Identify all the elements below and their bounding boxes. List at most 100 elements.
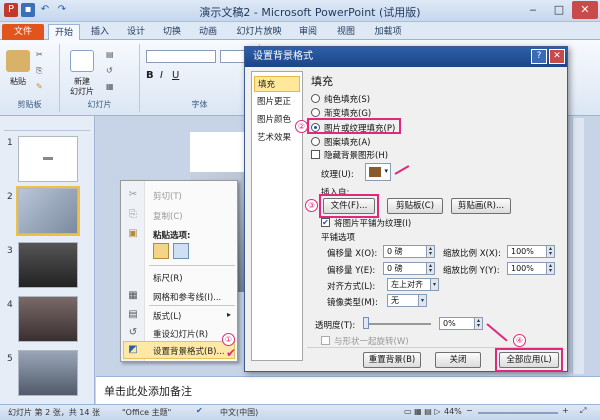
category-fill[interactable]: 填充 <box>254 76 300 92</box>
format-painter-icon[interactable]: ✎ <box>36 82 43 91</box>
slide-thumbnails-panel: 1 2 3 4 5 <box>0 116 95 404</box>
tab-home[interactable]: 开始 <box>48 24 80 40</box>
paste-icon[interactable] <box>6 50 30 72</box>
section-icon[interactable]: ▦ <box>106 82 114 91</box>
menu-item-ruler[interactable]: 标尺(R) <box>153 272 183 284</box>
close-button[interactable]: 关闭 <box>435 352 481 368</box>
menu-item-copy[interactable]: 复制(C) <box>153 210 183 222</box>
radio-gradient-fill[interactable] <box>311 108 320 117</box>
help-icon[interactable]: ? <box>531 49 547 64</box>
spellcheck-icon[interactable]: ✔ <box>196 406 203 415</box>
cut-icon[interactable]: ✂ <box>36 50 43 59</box>
italic-icon[interactable]: I <box>160 70 163 81</box>
underline-icon[interactable]: U <box>172 70 179 81</box>
maximize-icon[interactable]: □ <box>546 1 572 19</box>
slides-group: 新建 幻灯片 ▤ ↺ ▦ 幻灯片 <box>60 44 140 112</box>
reset-icon[interactable]: ↺ <box>106 66 113 75</box>
font-group-label: 字体 <box>191 100 208 109</box>
offset-y-field[interactable]: 0 磅 ▴ ▾ <box>383 262 435 275</box>
panel-tabs <box>4 119 90 131</box>
powerpoint-logo-icon[interactable]: P <box>4 3 18 17</box>
format-background-icon: ◩ <box>128 344 138 355</box>
status-bar: 幻灯片 第 2 张，共 14 张 "Office 主题" ✔ 中文(中国) ▭ … <box>0 404 600 420</box>
scale-x-field[interactable]: 100% ▴ ▾ <box>507 245 555 258</box>
zoom-out-icon[interactable]: − <box>466 406 473 415</box>
label-pattern-fill: 图案填充(A) <box>324 138 371 148</box>
zoom-slider[interactable] <box>478 412 558 414</box>
tab-file[interactable]: 文件 <box>2 24 44 40</box>
pointer-arrow <box>486 323 508 342</box>
highlight-file-button <box>319 194 379 218</box>
menu-item-grid[interactable]: 网格和参考线(I)... <box>153 291 221 303</box>
transparency-field[interactable]: 0% ▴ ▾ <box>439 317 483 330</box>
tile-checkbox[interactable]: ✔ <box>321 218 330 227</box>
slide-thumbnail[interactable] <box>18 136 78 182</box>
reset-slide-icon: ↺ <box>128 327 138 338</box>
tab-transitions[interactable]: 切换 <box>156 24 188 40</box>
category-picture-corrections[interactable]: 图片更正 <box>254 94 300 110</box>
tab-slideshow[interactable]: 幻灯片放映 <box>230 24 288 40</box>
category-list: 填充 图片更正 图片颜色 艺术效果 <box>251 71 303 361</box>
dialog-close-icon[interactable]: ✕ <box>549 49 565 64</box>
new-slide-icon[interactable] <box>70 50 94 72</box>
redo-icon[interactable]: ↷ <box>55 3 69 17</box>
slide-thumbnail[interactable] <box>18 350 78 396</box>
undo-icon[interactable]: ↶ <box>38 3 52 17</box>
quick-access-toolbar: P ▪ ↶ ↷ <box>4 3 69 17</box>
step-marker-2: ② <box>295 120 308 133</box>
step-marker-4: ④ <box>513 334 526 347</box>
scale-y-field[interactable]: 100% ▴ ▾ <box>507 262 555 275</box>
notes-placeholder: 单击此处添加备注 <box>104 385 192 398</box>
offset-x-field[interactable]: 0 磅 ▴ ▾ <box>383 245 435 258</box>
texture-picker[interactable]: ▾ <box>365 163 391 181</box>
ribbon-tabs: 文件 开始 插入 设计 切换 动画 幻灯片放映 审阅 视图 加载项 <box>0 22 600 40</box>
category-artistic-effects[interactable]: 艺术效果 <box>254 130 300 146</box>
slide-thumbnail-selected[interactable] <box>16 186 80 236</box>
save-icon[interactable]: ▪ <box>21 3 35 17</box>
radio-solid-fill[interactable] <box>311 94 320 103</box>
highlight-apply-all <box>495 348 563 372</box>
alignment-select[interactable]: 左上对齐 ▾ <box>387 278 439 291</box>
step-marker-1: ① <box>222 333 235 346</box>
font-name-field[interactable] <box>146 50 216 63</box>
menu-item-format-background[interactable]: 设置背景格式(B)... <box>153 345 225 357</box>
vertical-scrollbar[interactable] <box>572 118 584 374</box>
fit-window-icon[interactable]: ⤢ <box>580 406 586 416</box>
menu-item-cut[interactable]: 剪切(T) <box>153 190 182 202</box>
tab-insert[interactable]: 插入 <box>84 24 116 40</box>
paste-picture-icon[interactable] <box>173 243 189 259</box>
mirror-select[interactable]: 无 ▾ <box>387 294 427 307</box>
slide-count-status: 幻灯片 第 2 张，共 14 张 <box>8 408 100 417</box>
transparency-slider[interactable] <box>365 323 431 325</box>
tab-review[interactable]: 审阅 <box>292 24 324 40</box>
slider-thumb[interactable] <box>363 317 369 329</box>
slide-thumbnail[interactable] <box>18 296 78 342</box>
slide-thumbnail[interactable] <box>18 242 78 288</box>
rotate-checkbox[interactable] <box>321 336 330 345</box>
bold-icon[interactable]: B <box>146 70 154 81</box>
tab-design[interactable]: 设计 <box>120 24 152 40</box>
minimize-icon[interactable]: ‒ <box>520 1 546 19</box>
notes-pane[interactable]: 单击此处添加备注 <box>96 376 600 404</box>
zoom-in-icon[interactable]: + <box>562 406 569 415</box>
category-picture-color[interactable]: 图片颜色 <box>254 112 300 128</box>
close-window-icon[interactable]: ✕ <box>572 1 598 19</box>
copy-icon[interactable]: ⎘ <box>36 66 42 76</box>
clipboard-button[interactable]: 剪贴板(C) <box>387 198 443 214</box>
reset-background-button[interactable]: 重置背景(B) <box>363 352 421 368</box>
clipart-button[interactable]: 剪贴画(R)... <box>451 198 511 214</box>
radio-pattern-fill[interactable] <box>311 137 320 146</box>
menu-item-layout[interactable]: 版式(L) <box>153 310 181 322</box>
tab-addins[interactable]: 加载项 <box>368 24 408 40</box>
layout-icon[interactable]: ▤ <box>106 50 114 59</box>
hide-bg-checkbox[interactable] <box>311 150 320 159</box>
menu-item-reset-slide[interactable]: 重设幻灯片(R) <box>153 328 208 340</box>
paste-icon: ▣ <box>128 228 138 239</box>
paste-keep-icon[interactable] <box>153 243 169 259</box>
view-buttons[interactable]: ▭ ▦ ▤ ▷ <box>404 407 440 416</box>
alignment-label: 对齐方式(L): <box>327 282 376 292</box>
offset-y-label: 偏移量 Y(E): <box>327 266 376 276</box>
title-bar: P ▪ ↶ ↷ 演示文稿2 - Microsoft PowerPoint (试用… <box>0 0 600 22</box>
tab-view[interactable]: 视图 <box>330 24 362 40</box>
tab-animations[interactable]: 动画 <box>192 24 224 40</box>
